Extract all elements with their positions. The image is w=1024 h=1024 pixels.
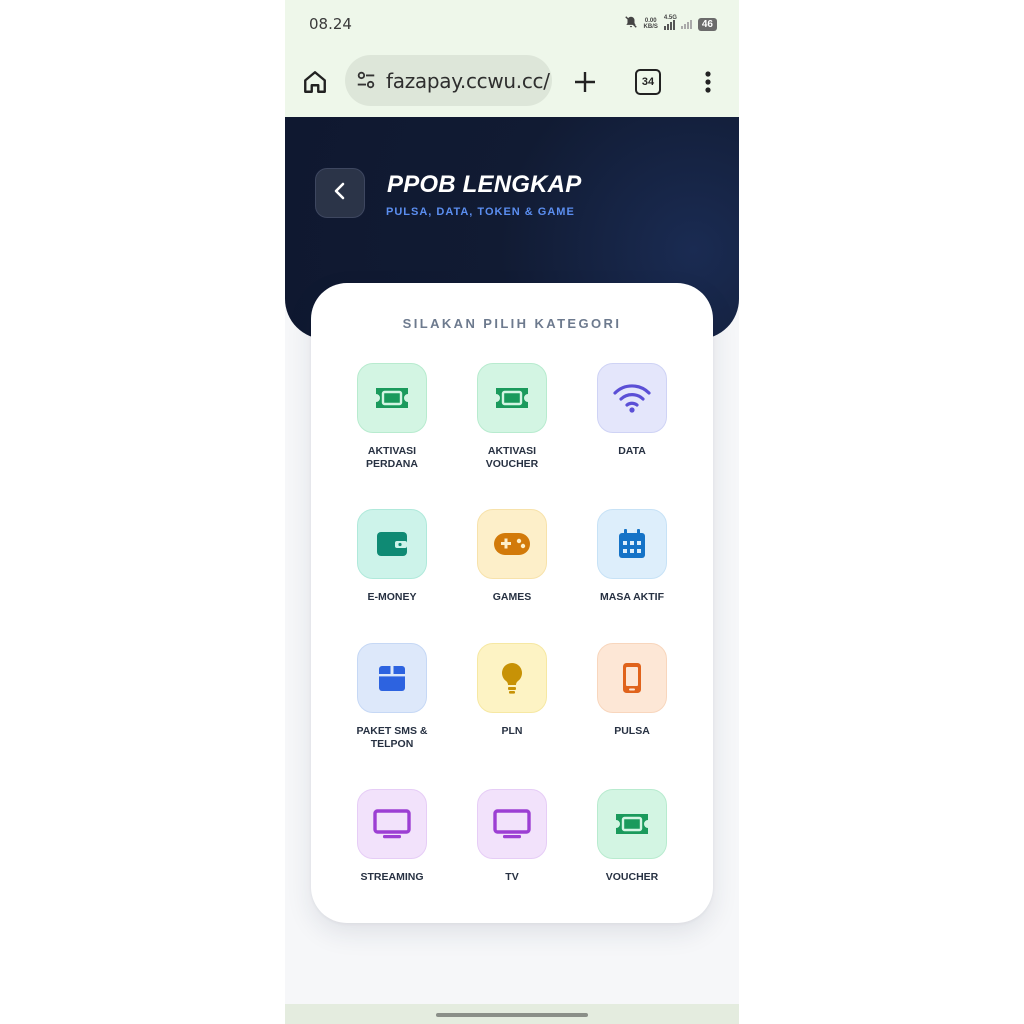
status-icons: 0.00 KB/S 4.5G 46: [624, 14, 717, 34]
category-card: SILAKAN PILIH KATEGORI AKTIVASI PERDANA A…: [311, 283, 713, 923]
category-label: PAKET SMS & TELPON: [356, 725, 428, 750]
category-item[interactable]: AKTIVASI PERDANA: [337, 363, 447, 473]
network-type: 4.5G: [663, 15, 677, 21]
category-item[interactable]: AKTIVASI VOUCHER: [457, 363, 567, 473]
gamepad-icon: [477, 509, 547, 579]
category-label: PLN: [501, 725, 523, 737]
category-item[interactable]: STREAMING: [337, 789, 447, 899]
more-options-icon[interactable]: [692, 66, 724, 98]
home-icon[interactable]: [299, 66, 331, 98]
signal-icon-2: [680, 19, 692, 29]
phone-icon: [597, 643, 667, 713]
calendar-icon: [597, 509, 667, 579]
category-label: E-MONEY: [367, 591, 417, 603]
net-speed: 0.00 KB/S: [644, 18, 658, 30]
category-item[interactable]: TV: [457, 789, 567, 899]
status-time: 08.24: [309, 15, 352, 33]
box-icon: [357, 643, 427, 713]
gesture-navigation-bar: [285, 1004, 739, 1024]
category-item[interactable]: VOUCHER: [577, 789, 687, 899]
category-label: PULSA: [614, 725, 650, 737]
category-item[interactable]: GAMES: [457, 509, 567, 619]
category-item[interactable]: PLN: [457, 643, 567, 753]
tab-switcher-button[interactable]: 34: [632, 66, 664, 98]
url-text[interactable]: fazapay.ccwu.cc/: [386, 69, 550, 93]
back-button[interactable]: [315, 168, 365, 218]
new-tab-icon[interactable]: [569, 66, 601, 98]
page-subtitle: PULSA, DATA, TOKEN & GAME: [386, 206, 575, 218]
wifi-icon: [597, 363, 667, 433]
ticket-icon: [597, 789, 667, 859]
category-label: AKTIVASI VOUCHER: [485, 445, 539, 470]
monitor-icon: [357, 789, 427, 859]
status-bar: 08.24 0.00 KB/S 4.5G 46: [285, 0, 739, 48]
monitor-icon: [477, 789, 547, 859]
category-item[interactable]: DATA: [577, 363, 687, 473]
category-label: VOUCHER: [605, 871, 659, 883]
ticket-icon: [357, 363, 427, 433]
signal-icon: 4.5G: [663, 15, 677, 30]
battery-indicator: 46: [697, 17, 717, 31]
chevron-left-icon: [333, 182, 347, 205]
category-card-title: SILAKAN PILIH KATEGORI: [402, 316, 622, 331]
category-label: MASA AKTIF: [600, 591, 664, 603]
category-label: DATA: [618, 445, 646, 457]
category-label: STREAMING: [360, 871, 424, 883]
browser-toolbar: fazapay.ccwu.cc/ 34: [285, 48, 739, 117]
category-item[interactable]: PULSA: [577, 643, 687, 753]
net-speed-unit: KB/S: [643, 24, 658, 30]
lightbulb-icon: [477, 643, 547, 713]
page-title: PPOB LENGKAP: [387, 171, 582, 198]
home-gesture-handle[interactable]: [436, 1013, 588, 1017]
site-settings-icon[interactable]: [355, 69, 377, 96]
category-label: AKTIVASI PERDANA: [366, 445, 418, 470]
category-item[interactable]: E-MONEY: [337, 509, 447, 619]
category-label: GAMES: [492, 591, 532, 603]
category-item[interactable]: PAKET SMS & TELPON: [337, 643, 447, 753]
mute-icon: [624, 15, 638, 34]
ticket-icon: [477, 363, 547, 433]
tab-count: 34: [635, 69, 661, 95]
category-item[interactable]: MASA AKTIF: [577, 509, 687, 619]
address-bar[interactable]: fazapay.ccwu.cc/: [345, 55, 552, 106]
phone-screen: 08.24 0.00 KB/S 4.5G 46 fazapay.ccwu.cc/…: [285, 0, 739, 1024]
category-label: TV: [505, 871, 519, 883]
wallet-icon: [357, 509, 427, 579]
